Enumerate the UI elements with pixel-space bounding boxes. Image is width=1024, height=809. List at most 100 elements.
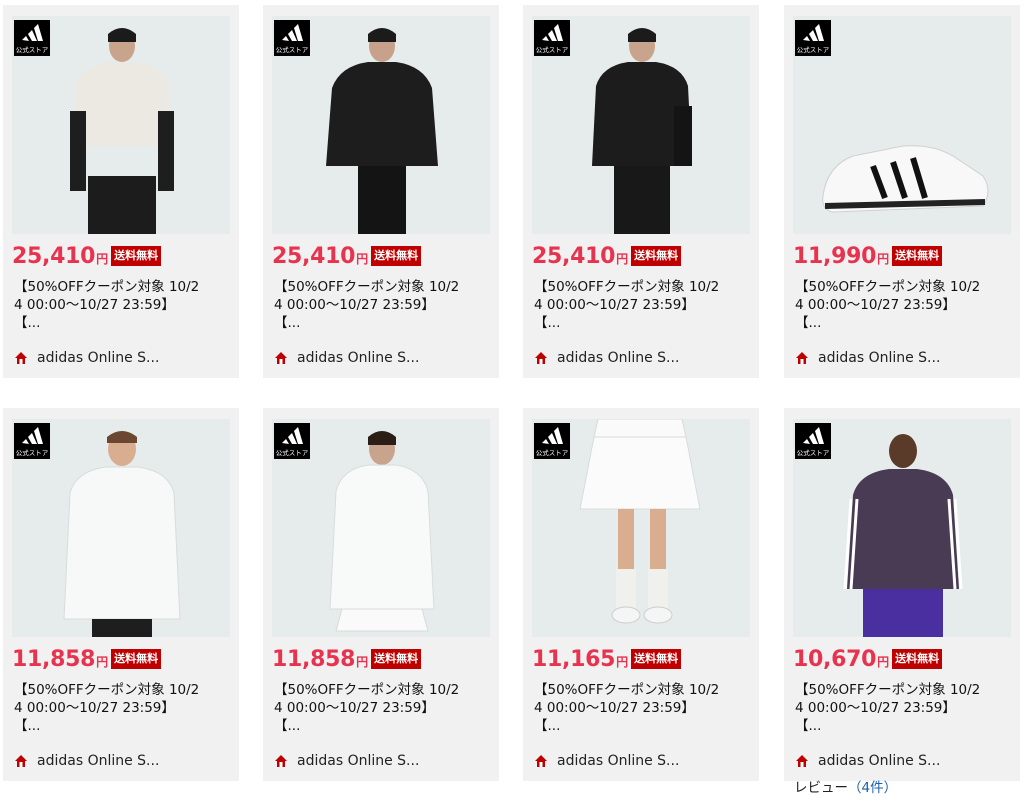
free-shipping-badge: 送料無料 [371,246,422,266]
price-row: 25,410 円送料無料 [532,242,682,270]
product-card[interactable]: 公式ストア 11,990 円送料無料 【50%OFFクーポン対象 10/2 4 0… [784,5,1020,378]
currency: 円 [96,252,109,266]
product-grid: 公式ストア 25,410 円送料無料 【50%OFFクーポン対象 10/2 4 0… [0,0,1024,809]
title-line: 【... [534,718,561,734]
title-line: 4 00:00〜10/27 23:59】 [14,297,175,313]
product-card[interactable]: 公式ストア 11,165 円送料無料 【50%OFFクーポン対象 10/2 4 0… [523,408,759,781]
shop-link[interactable]: adidas Online S... [14,350,159,366]
adidas-logo-icon: 公式ストア [274,423,310,459]
shop-name: adidas Online S... [37,753,160,769]
official-store-label: 公式ストア [275,449,309,457]
price-row: 11,858 円送料無料 [12,645,162,673]
shop-name: adidas Online S... [297,753,420,769]
shop-house-icon [15,755,27,767]
title-line: 4 00:00〜10/27 23:59】 [274,297,435,313]
price: 11,858 [12,646,96,672]
review-summary: レビュー（4件） [794,776,897,796]
official-store-label: 公式ストア [796,449,830,457]
title-line: 【... [274,315,301,331]
official-store-label: 公式ストア [535,449,569,457]
currency: 円 [877,655,890,669]
product-card[interactable]: 公式ストア 25,410 円送料無料 【50%OFFクーポン対象 10/2 4 0… [3,5,239,378]
product-title[interactable]: 【50%OFFクーポン対象 10/2 4 00:00〜10/27 23:59】 … [534,278,749,332]
adidas-logo-icon: 公式ストア [14,20,50,56]
shop-house-icon [535,755,547,767]
shop-link[interactable]: adidas Online S... [274,753,419,769]
shop-house-icon [275,352,287,364]
adidas-logo-icon: 公式ストア [14,423,50,459]
product-card[interactable]: 公式ストア 10,670 円送料無料 【50%OFFクーポン対象 10/2 4 0… [784,408,1020,781]
product-title[interactable]: 【50%OFFクーポン対象 10/2 4 00:00〜10/27 23:59】 … [274,278,489,332]
title-line: 【50%OFFクーポン対象 10/2 [14,682,200,698]
currency: 円 [877,252,890,266]
price: 25,410 [12,243,96,269]
shop-link[interactable]: adidas Online S... [274,350,419,366]
product-title[interactable]: 【50%OFFクーポン対象 10/2 4 00:00〜10/27 23:59】 … [795,278,1010,332]
title-line: 【... [795,315,822,331]
title-line: 【50%OFFクーポン対象 10/2 [534,279,720,295]
title-line: 【... [274,718,301,734]
product-card[interactable]: 公式ストア 25,410 円送料無料 【50%OFFクーポン対象 10/2 4 0… [523,5,759,378]
shop-link[interactable]: adidas Online S... [14,753,159,769]
review-label: レビュー [794,780,848,796]
title-line: 【50%OFFクーポン対象 10/2 [274,682,460,698]
shop-house-icon [535,352,547,364]
price-row: 11,990 円送料無料 [793,242,943,270]
price-row: 10,670 円送料無料 [793,645,943,673]
product-card[interactable]: 公式ストア 11,858 円送料無料 【50%OFFクーポン対象 10/2 4 0… [3,408,239,781]
currency: 円 [616,252,629,266]
title-line: 【... [534,315,561,331]
product-title[interactable]: 【50%OFFクーポン対象 10/2 4 00:00〜10/27 23:59】 … [14,681,229,735]
shop-name: adidas Online S... [557,753,680,769]
shop-link[interactable]: adidas Online S... [534,350,679,366]
shop-name: adidas Online S... [818,753,941,769]
product-title[interactable]: 【50%OFFクーポン対象 10/2 4 00:00〜10/27 23:59】 … [534,681,749,735]
shop-name: adidas Online S... [37,350,160,366]
product-card[interactable]: 公式ストア 25,410 円送料無料 【50%OFFクーポン対象 10/2 4 0… [263,5,499,378]
official-store-label: 公式ストア [275,46,309,54]
free-shipping-badge: 送料無料 [371,649,422,669]
title-line: 4 00:00〜10/27 23:59】 [534,700,695,716]
product-title[interactable]: 【50%OFFクーポン対象 10/2 4 00:00〜10/27 23:59】 … [14,278,229,332]
shop-link[interactable]: adidas Online S... [534,753,679,769]
free-shipping-badge: 送料無料 [892,246,943,266]
price-row: 11,858 円送料無料 [272,645,422,673]
title-line: 【... [14,718,41,734]
review-count-link[interactable]: （4件） [848,780,897,796]
adidas-logo-icon: 公式ストア [534,20,570,56]
shop-name: adidas Online S... [297,350,420,366]
shop-house-icon [796,755,808,767]
official-store-label: 公式ストア [15,46,49,54]
title-line: 【50%OFFクーポン対象 10/2 [274,279,460,295]
shop-link[interactable]: adidas Online S... [795,350,940,366]
price: 25,410 [272,243,356,269]
title-line: 【... [14,315,41,331]
free-shipping-badge: 送料無料 [631,246,682,266]
title-line: 4 00:00〜10/27 23:59】 [14,700,175,716]
product-title[interactable]: 【50%OFFクーポン対象 10/2 4 00:00〜10/27 23:59】 … [274,681,489,735]
free-shipping-badge: 送料無料 [892,649,943,669]
adidas-logo-icon: 公式ストア [795,20,831,56]
title-line: 【50%OFFクーポン対象 10/2 [795,682,981,698]
title-line: 4 00:00〜10/27 23:59】 [795,297,956,313]
price: 11,990 [793,243,877,269]
currency: 円 [96,655,109,669]
title-line: 【50%OFFクーポン対象 10/2 [534,682,720,698]
price-row: 11,165 円送料無料 [532,645,682,673]
official-store-label: 公式ストア [535,46,569,54]
title-line: 4 00:00〜10/27 23:59】 [534,297,695,313]
title-line: 【50%OFFクーポン対象 10/2 [795,279,981,295]
official-store-label: 公式ストア [15,449,49,457]
shop-house-icon [796,352,808,364]
product-card[interactable]: 公式ストア 11,858 円送料無料 【50%OFFクーポン対象 10/2 4 0… [263,408,499,781]
adidas-logo-icon: 公式ストア [274,20,310,56]
product-title[interactable]: 【50%OFFクーポン対象 10/2 4 00:00〜10/27 23:59】 … [795,681,1010,735]
adidas-logo-icon: 公式ストア [795,423,831,459]
currency: 円 [356,252,369,266]
title-line: 【50%OFFクーポン対象 10/2 [14,279,200,295]
price: 11,858 [272,646,356,672]
free-shipping-badge: 送料無料 [631,649,682,669]
shop-name: adidas Online S... [557,350,680,366]
shop-link[interactable]: adidas Online S... [795,753,940,769]
price: 10,670 [793,646,877,672]
